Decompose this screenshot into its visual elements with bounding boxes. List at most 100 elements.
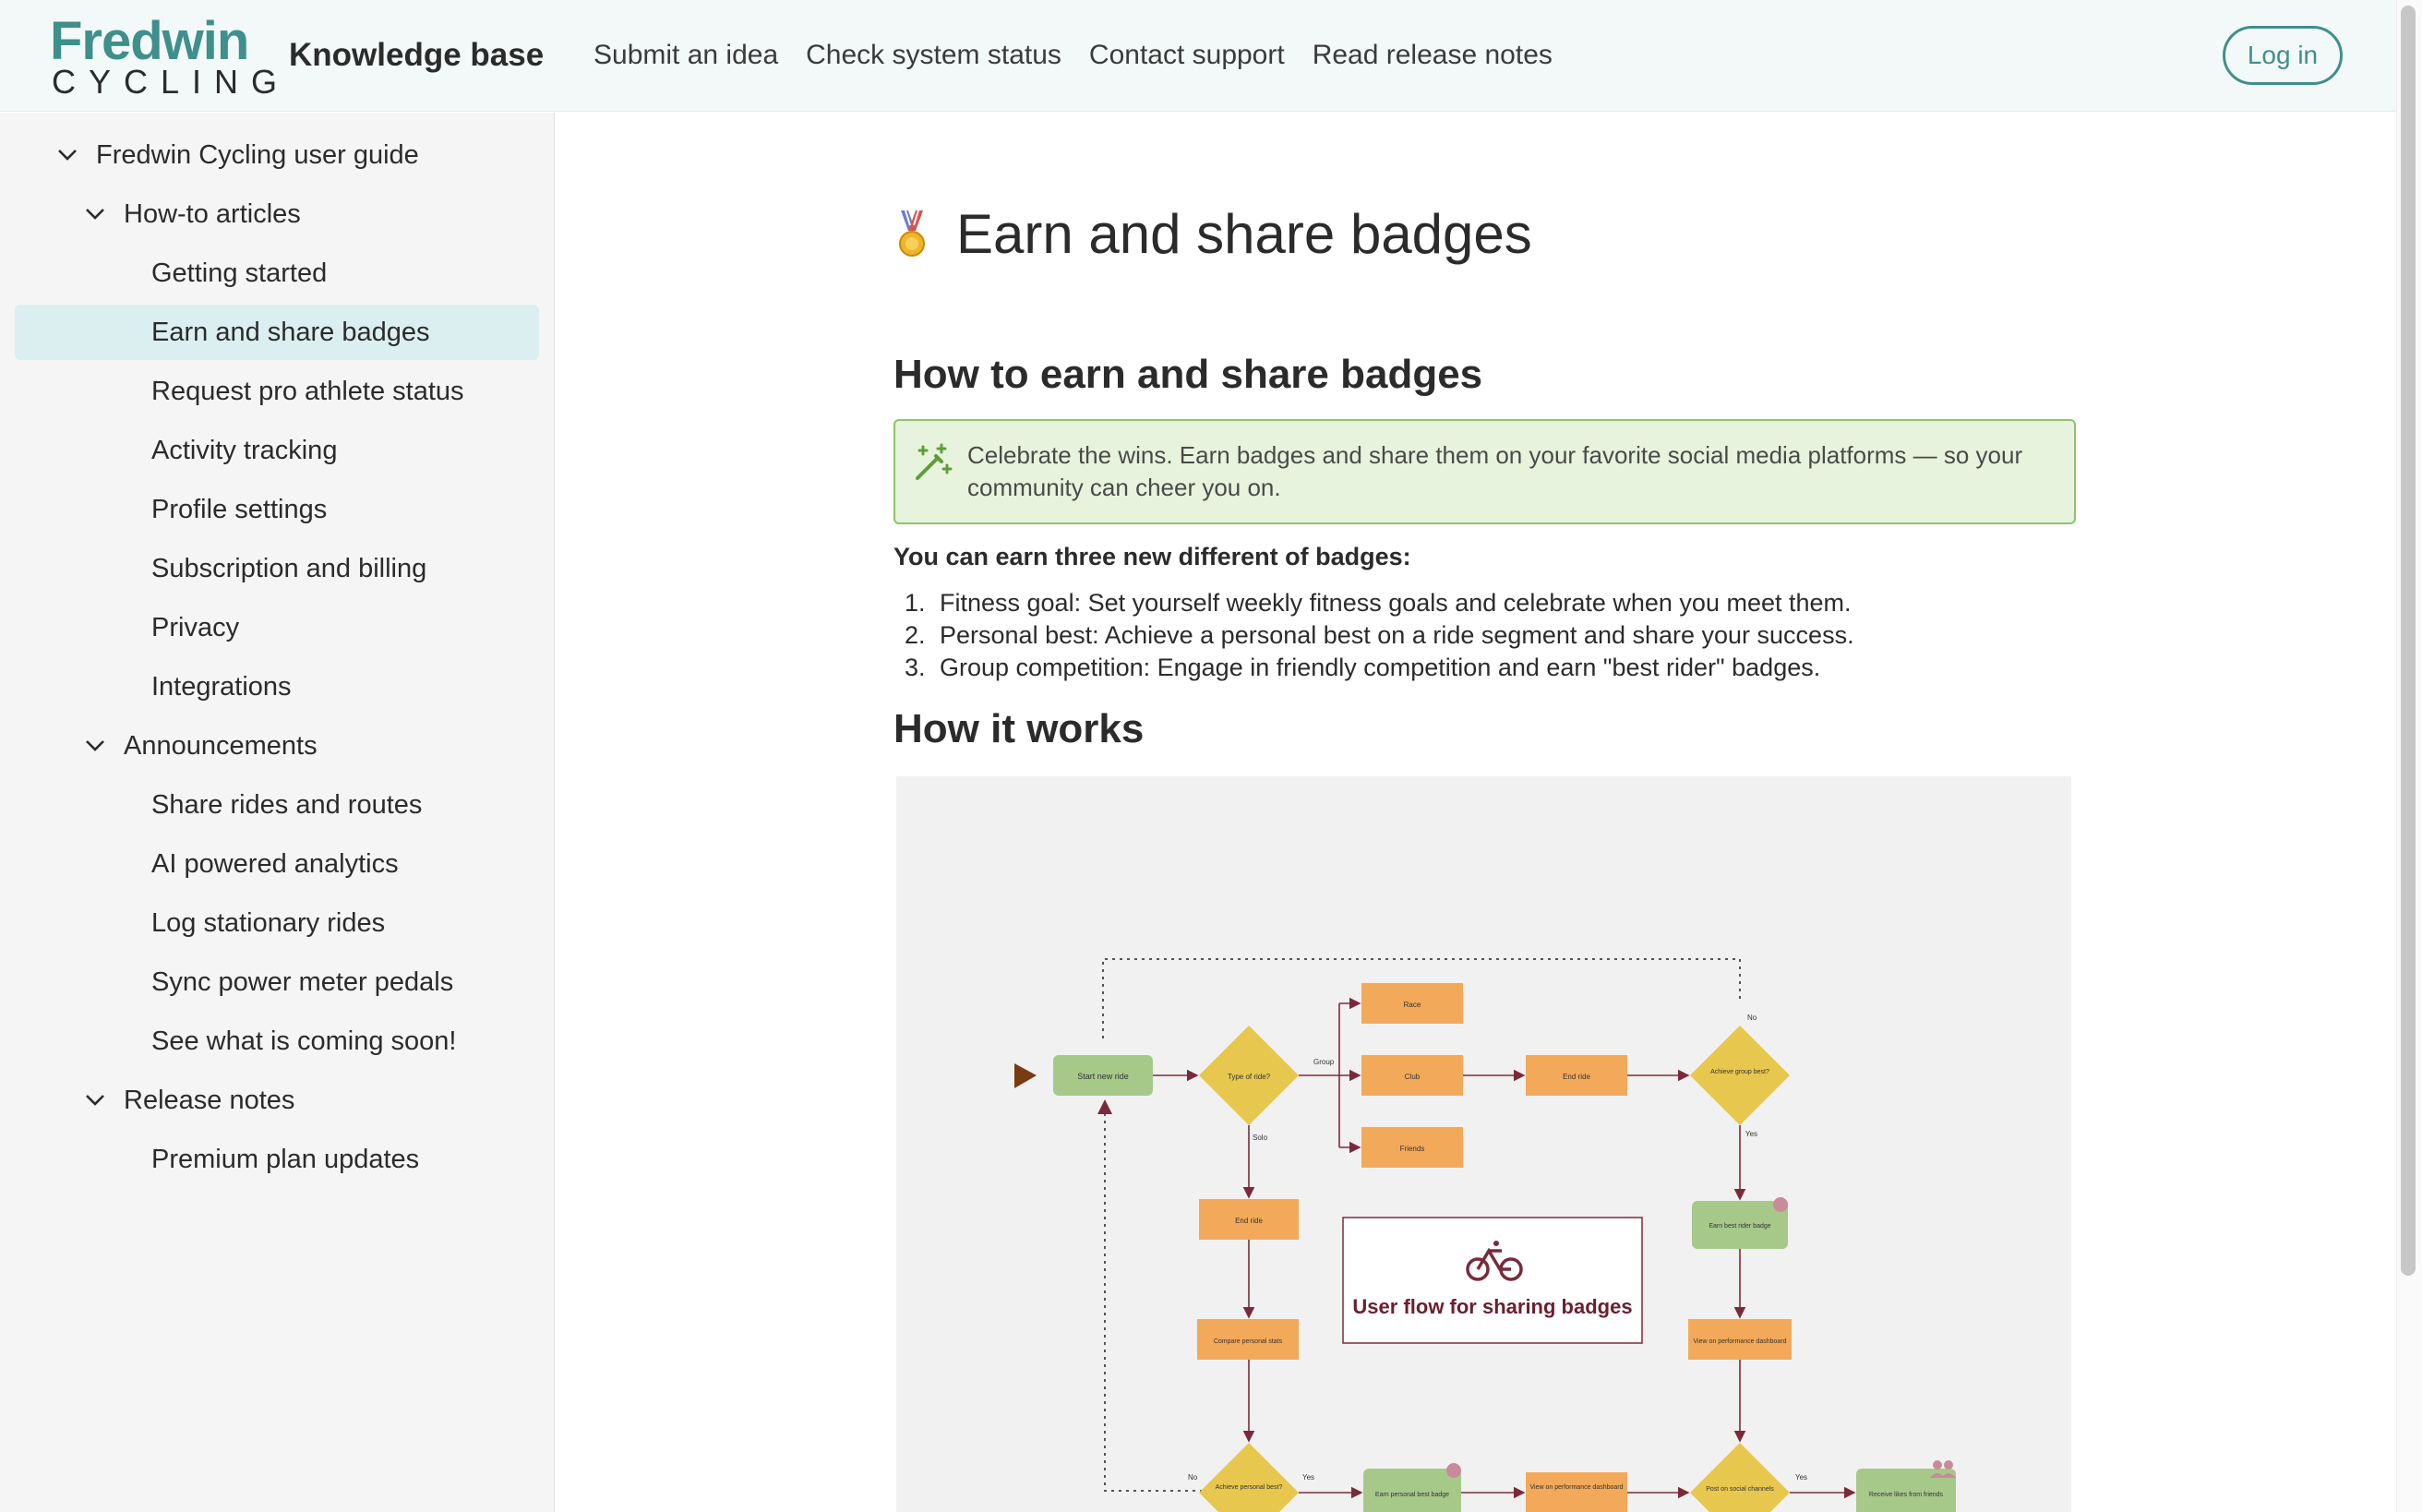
list-item: 2. Personal best: Achieve a personal best… (905, 619, 1854, 652)
node-label: Club (1405, 1073, 1421, 1081)
edge-label-group: Group (1313, 1058, 1335, 1066)
sidebar-item-label: How-to articles (124, 198, 301, 229)
sidebar-item-label: Premium plan updates (151, 1144, 420, 1174)
sidebar-item-stationary-rides[interactable]: Log stationary rides (151, 895, 385, 951)
sidebar-section-announcements[interactable]: Announcements (85, 718, 318, 774)
sidebar-item-share-rides[interactable]: Share rides and routes (151, 777, 422, 833)
sidebar-item-ai-analytics[interactable]: AI powered analytics (151, 836, 399, 892)
sidebar-item-user-guide[interactable]: Fredwin Cycling user guide (57, 127, 419, 183)
header-nav: Submit an idea Check system status Conta… (594, 35, 1553, 76)
badges-intro: You can earn three new different of badg… (893, 543, 1411, 570)
sidebar-item-coming-soon[interactable]: See what is coming soon! (151, 1014, 456, 1069)
sidebar-item-privacy[interactable]: Privacy (151, 600, 239, 655)
sidebar-section-how-to[interactable]: How-to articles (85, 186, 301, 242)
logo-wordmark-bottom: CYCLING (52, 63, 291, 101)
sidebar-item-pro-athlete[interactable]: Request pro athlete status (151, 364, 464, 419)
start-marker-icon (1014, 1063, 1037, 1088)
edge-label-no-left: No (1188, 1473, 1198, 1482)
node-view-dashboard-solo (1526, 1472, 1627, 1512)
node-label: Compare personal stats (1214, 1338, 1283, 1345)
badges-list: 1. Fitness goal: Set yourself weekly fitn… (905, 587, 1854, 684)
knowledge-base-title[interactable]: Knowledge base (289, 35, 544, 76)
badge-item-text: Group competition: Engage in friendly co… (940, 654, 1821, 681)
loop-connector-bottom (1097, 1099, 1210, 1492)
node-label: Friends (1400, 1145, 1425, 1153)
sidebar-item-subscription[interactable]: Subscription and billing (151, 541, 426, 596)
node-label: View on performance dashboard (1693, 1338, 1786, 1345)
sidebar-item-getting-started[interactable]: Getting started (151, 246, 327, 301)
page-title-row: Earn and share badges (893, 201, 1532, 268)
node-label: Achieve group best? (1710, 1069, 1769, 1075)
node-label: Post on social channels (1706, 1486, 1774, 1493)
sidebar-item-activity-tracking[interactable]: Activity tracking (151, 423, 337, 478)
edge-label-solo: Solo (1253, 1134, 1268, 1142)
page-scrollbar-thumb[interactable] (2401, 6, 2416, 1276)
list-item: 1. Fitness goal: Set yourself weekly fitn… (905, 587, 1854, 619)
callout-text: Celebrate the wins. Earn badges and shar… (967, 441, 2023, 501)
diagram-title-box (1342, 1217, 1643, 1344)
sidebar-item-label: Fredwin Cycling user guide (96, 139, 419, 170)
node-label: End ride (1235, 1217, 1263, 1225)
badge-item-text: Fitness goal: Set yourself weekly fitnes… (940, 589, 1852, 617)
chevron-down-icon (85, 736, 105, 756)
top-header: Fredwin CYCLING Knowledge base Submit an… (0, 0, 2396, 112)
node-label: End ride (1563, 1073, 1590, 1081)
nav-link-submit-idea[interactable]: Submit an idea (594, 35, 778, 76)
nav-link-release-notes[interactable]: Read release notes (1313, 35, 1553, 76)
node-personal-best-badge (1363, 1469, 1461, 1512)
edge-label-no-top: No (1747, 1014, 1757, 1022)
page-title: Earn and share badges (956, 203, 1532, 265)
sidebar-item-label: Integrations (151, 671, 292, 702)
sidebar-item-power-meter[interactable]: Sync power meter pedals (151, 954, 453, 1010)
logo-wordmark-top: Fredwin (50, 11, 249, 71)
sidebar-item-label: Share rides and routes (151, 789, 423, 820)
badge-medal-icon (1773, 1197, 1788, 1212)
user-flow-diagram: Start new ride Type of ride? Group Race … (896, 776, 2071, 1512)
sidebar-item-label: Announcements (124, 730, 318, 761)
info-callout: Celebrate the wins. Earn badges and shar… (893, 419, 2076, 524)
node-label: Type of ride? (1228, 1073, 1271, 1081)
section-heading-how-it-works: How it works (893, 706, 1145, 751)
sidebar-item-label: Release notes (124, 1085, 295, 1115)
magic-wand-icon (914, 443, 953, 482)
edge-label-yes-post: Yes (1795, 1473, 1807, 1482)
section-heading-earn-share: How to earn and share badges (893, 352, 1483, 397)
chevron-down-icon (85, 1090, 105, 1110)
badge-item-text: Personal best: Achieve a personal best o… (940, 621, 1854, 649)
sidebar-section-release-notes[interactable]: Release notes (85, 1073, 294, 1128)
sidebar-item-label: Profile settings (151, 494, 328, 524)
node-personal-best (1199, 1443, 1299, 1512)
list-item: 3. Group competition: Engage in friendly … (905, 652, 1854, 684)
sidebar-item-label: Log stationary rides (151, 907, 386, 938)
sidebar-item-label: Activity tracking (151, 435, 338, 465)
node-label: View on performance dashboard (1529, 1484, 1623, 1491)
chevron-down-icon (57, 145, 78, 165)
nav-link-contact-support[interactable]: Contact support (1089, 35, 1285, 76)
node-label: Earn best rider badge (1709, 1223, 1770, 1230)
node-label: Achieve personal best? (1216, 1484, 1283, 1491)
node-label: Race (1404, 1001, 1421, 1009)
edge-label-yes: Yes (1745, 1130, 1757, 1138)
node-label: Earn personal best badge (1375, 1492, 1449, 1498)
node-label: Receive likes from friends (1869, 1492, 1944, 1498)
node-group-best (1690, 1026, 1790, 1125)
sidebar-item-label: Getting started (151, 258, 328, 288)
badge-medal-icon (1446, 1463, 1461, 1478)
sidebar-item-profile-settings[interactable]: Profile settings (151, 482, 327, 537)
sidebar-item-label: Privacy (151, 612, 240, 642)
node-label: Start new ride (1077, 1072, 1129, 1081)
nav-link-system-status[interactable]: Check system status (806, 35, 1061, 76)
sidebar-item-earn-badges[interactable]: Earn and share badges (15, 305, 539, 360)
sidebar-item-integrations[interactable]: Integrations (151, 659, 292, 714)
fredwin-cycling-logo[interactable]: Fredwin CYCLING (50, 11, 277, 100)
sidebar-item-label: See what is coming soon! (151, 1026, 457, 1056)
sidebar-item-label: AI powered analytics (151, 848, 399, 879)
edge-label-yes-pb: Yes (1302, 1473, 1314, 1482)
sidebar-item-label: Request pro athlete status (151, 376, 464, 406)
diagram-title: User flow for sharing badges (1352, 1295, 1632, 1318)
sidebar-item-label: Earn and share badges (151, 317, 430, 347)
sidebar-item-premium-plan[interactable]: Premium plan updates (151, 1132, 419, 1187)
sidebar-item-label: Subscription and billing (151, 553, 427, 583)
login-button[interactable]: Log in (2223, 26, 2343, 85)
sidebar-item-label: Sync power meter pedals (151, 966, 454, 997)
